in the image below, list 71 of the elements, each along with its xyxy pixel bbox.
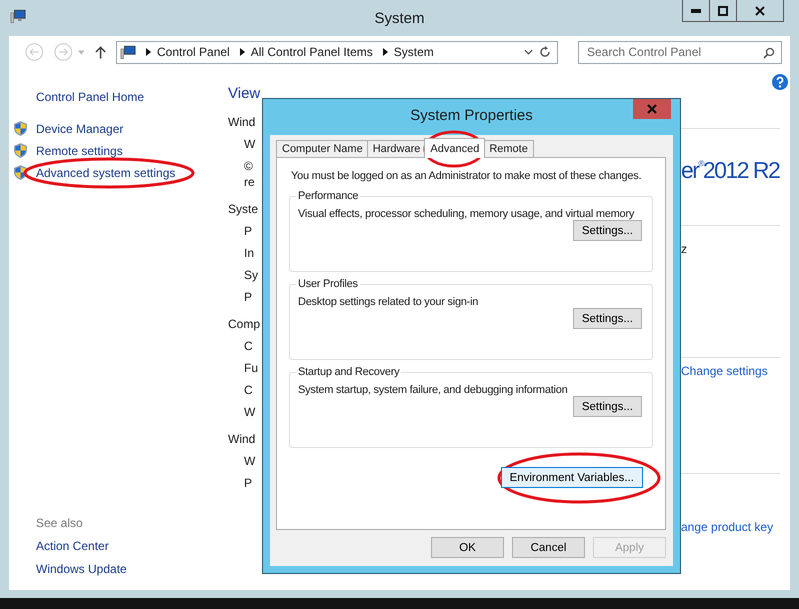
- sidebar-link[interactable]: Device Manager: [36, 122, 124, 136]
- refresh-icon[interactable]: [539, 46, 551, 58]
- search-field[interactable]: Search Control Panel: [578, 40, 782, 64]
- close-button[interactable]: [736, 0, 784, 22]
- up-arrow-icon[interactable]: [94, 45, 106, 59]
- breadcrumb[interactable]: Control Panel: [157, 45, 230, 59]
- sidebar-link[interactable]: Windows Update: [36, 562, 230, 576]
- windows-logo-text: er$^{®}$2012 R2: [681, 157, 780, 183]
- see-also-label: See also: [36, 516, 84, 530]
- section-text: P: [244, 476, 252, 490]
- section-text: Sy: [244, 268, 258, 282]
- tab[interactable]: Computer Name: [276, 140, 369, 157]
- section-text: Syste: [228, 202, 258, 216]
- chevron-icon: [146, 48, 151, 56]
- window-title: System: [374, 10, 424, 27]
- close-icon: [755, 6, 765, 16]
- section-text: In: [244, 246, 254, 260]
- section-text: re: [244, 175, 255, 189]
- group-description: Desktop settings related to your sign-in: [298, 296, 480, 308]
- section-text: C: [244, 339, 253, 353]
- maximize-icon: [718, 6, 728, 16]
- group-title: Performance: [297, 190, 360, 202]
- section-text: Comp: [228, 317, 260, 331]
- minimize-button[interactable]: [682, 0, 710, 22]
- product-key-link[interactable]: ange product key: [681, 520, 774, 534]
- tab[interactable]: Hardware: [366, 140, 426, 157]
- tab[interactable]: Advanced: [424, 138, 486, 158]
- breadcrumb[interactable]: All Control Panel Items: [250, 45, 373, 59]
- section-text: P: [244, 224, 252, 238]
- processor-text: z: [681, 242, 687, 256]
- help-icon[interactable]: [772, 74, 788, 90]
- environment-variables-button[interactable]: Environment Variables...: [500, 467, 643, 488]
- close-icon: [647, 104, 657, 114]
- group-description: Visual effects, processor scheduling, memory usage, and virtual memory: [298, 208, 636, 220]
- computer-icon: [10, 9, 26, 24]
- section-text: ©: [244, 159, 253, 173]
- section-text: W: [244, 137, 256, 151]
- address-bar[interactable]: Control Panel All Control Panel Items System: [116, 40, 558, 64]
- dialog-title: System Properties: [410, 107, 533, 124]
- section-text: P: [244, 290, 252, 304]
- notice-text: You must be logged on as an Administrator to make most of these changes.: [291, 170, 642, 182]
- shield-icon: [14, 121, 27, 136]
- section-text: C: [244, 383, 253, 397]
- section-text: Fu: [244, 361, 258, 375]
- settings-button[interactable]: Settings...: [572, 220, 642, 241]
- dropdown-icon[interactable]: [524, 49, 533, 55]
- settings-button[interactable]: Settings...: [572, 308, 642, 329]
- chevron-icon: [382, 48, 388, 56]
- page-heading: View: [228, 85, 260, 102]
- section-text: W: [244, 405, 256, 419]
- sidebar-link[interactable]: Control Panel Home: [36, 90, 230, 104]
- sidebar-link[interactable]: Action Center: [36, 539, 230, 553]
- dialog-button[interactable]: OK: [431, 537, 504, 558]
- settings-button[interactable]: Settings...: [572, 396, 642, 417]
- minimize-icon: [691, 8, 701, 12]
- section-text: Wind: [228, 115, 256, 129]
- shield-icon: [14, 165, 27, 180]
- breadcrumb[interactable]: System: [394, 45, 434, 59]
- dialog-button[interactable]: Cancel: [512, 537, 585, 558]
- group-title: User Profiles: [297, 278, 359, 290]
- change-settings-link[interactable]: Change settings: [681, 364, 768, 378]
- tab[interactable]: Remote: [483, 140, 534, 157]
- shield-icon: [14, 143, 27, 158]
- section-text: Wind: [228, 432, 256, 446]
- group-description: System startup, system failure, and debugging information: [298, 384, 568, 396]
- group-title: Startup and Recovery: [297, 366, 400, 378]
- section-text: W: [244, 454, 256, 468]
- computer-icon: [120, 44, 136, 60]
- chevron-icon: [240, 48, 245, 56]
- sidebar-link[interactable]: Remote settings: [36, 144, 123, 158]
- search-icon: [763, 46, 775, 58]
